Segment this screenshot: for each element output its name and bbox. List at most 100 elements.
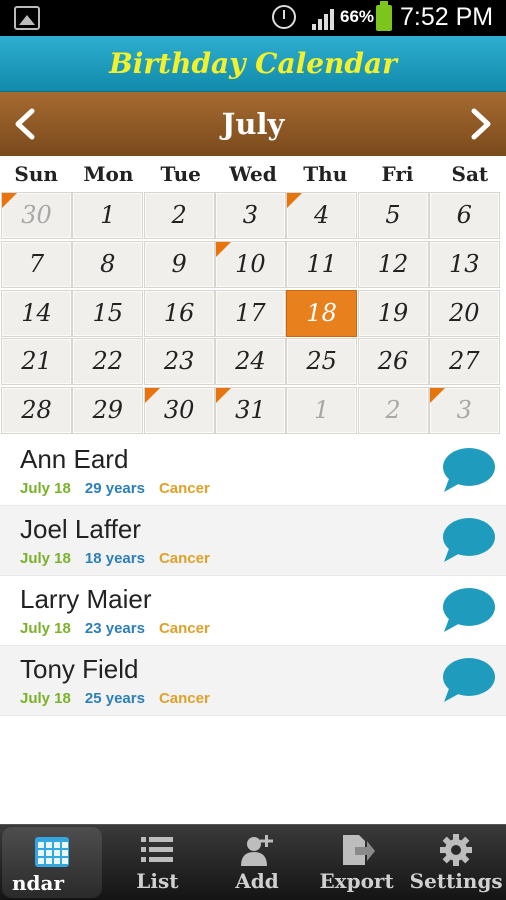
calendar-day[interactable]: 13 <box>428 240 500 288</box>
calendar-day[interactable]: 8 <box>72 240 144 288</box>
birthday-date: July 18 <box>20 480 71 497</box>
calendar-day[interactable]: 24 <box>214 338 286 386</box>
calendar-day-today[interactable]: 18 <box>286 289 358 337</box>
calendar-day[interactable]: 5 <box>357 192 429 239</box>
calendar-day[interactable]: 2 <box>143 192 215 239</box>
calendar-day[interactable]: 30 <box>1 192 72 239</box>
calendar-day[interactable]: 9 <box>143 240 215 288</box>
nav-item-list[interactable]: List <box>108 825 208 900</box>
birthday-list: Ann Eard July 18 29 years Cancer Joel Laffer… <box>0 436 506 716</box>
day-number: 13 <box>449 249 480 278</box>
app-title: Birthday Calendar <box>109 47 397 80</box>
calendar-day[interactable]: 19 <box>357 289 429 337</box>
nav-item-export[interactable]: Export <box>307 825 407 900</box>
nav-item-calendar[interactable]: ndar <box>2 827 102 898</box>
nav-item-gear[interactable]: Settings <box>406 825 506 900</box>
calendar-day[interactable]: 28 <box>1 387 72 435</box>
calendar-day[interactable]: 31 <box>214 387 286 435</box>
gallery-icon <box>14 6 40 30</box>
calendar-day[interactable]: 6 <box>428 192 500 239</box>
day-number: 22 <box>92 347 124 376</box>
calendar-day[interactable]: 30 <box>143 387 215 435</box>
birthday-list-item[interactable]: Ann Eard July 18 29 years Cancer <box>0 436 506 506</box>
battery-percent: 66% <box>340 7 375 26</box>
nav-label: List <box>136 869 179 893</box>
speech-bubble-icon <box>443 448 495 492</box>
weekday-label: Mon <box>83 162 134 186</box>
birthday-marker-icon <box>215 241 231 257</box>
day-number: 3 <box>242 201 259 229</box>
birthday-details: July 18 23 years Cancer <box>20 620 210 637</box>
calendar-day[interactable]: 23 <box>143 338 215 386</box>
zodiac-sign: Cancer <box>158 690 210 707</box>
nav-item-add-person[interactable]: Add <box>207 825 307 900</box>
day-number: 18 <box>306 298 337 327</box>
nav-label: Export <box>319 869 394 893</box>
message-button[interactable] <box>440 446 496 496</box>
calendar-day[interactable]: 12 <box>357 240 429 288</box>
speech-bubble-icon <box>443 588 495 632</box>
day-number: 5 <box>385 201 401 229</box>
next-month-button[interactable] <box>462 106 498 142</box>
birthday-marker-icon <box>215 388 231 404</box>
export-icon <box>339 833 375 867</box>
calendar-day[interactable]: 29 <box>72 387 144 435</box>
zodiac-sign: Cancer <box>158 480 210 497</box>
birthday-date: July 18 <box>20 550 71 567</box>
day-number: 4 <box>314 201 330 229</box>
birthday-date: July 18 <box>20 690 71 707</box>
birthday-list-item[interactable]: Tony Field July 18 25 years Cancer <box>0 646 506 716</box>
zodiac-sign: Cancer <box>158 550 210 567</box>
person-name: Tony Field <box>20 654 139 684</box>
day-number: 30 <box>163 396 195 425</box>
speech-bubble-icon <box>443 658 495 702</box>
weekday-label: Tue <box>160 162 201 186</box>
signal-icon <box>312 8 338 30</box>
calendar-day[interactable]: 20 <box>428 289 500 337</box>
calendar-day[interactable]: 1 <box>72 192 144 239</box>
calendar-icon <box>34 835 70 869</box>
message-button[interactable] <box>440 516 496 566</box>
day-number: 3 <box>456 396 472 425</box>
calendar-day[interactable]: 27 <box>428 338 500 386</box>
day-number: 20 <box>449 298 480 327</box>
nav-label: Settings <box>409 869 503 893</box>
calendar-day[interactable]: 14 <box>1 289 72 337</box>
weekday-label: Sun <box>14 162 58 186</box>
birthday-marker-icon <box>2 193 17 208</box>
month-title: July <box>221 107 285 141</box>
birthday-list-item[interactable]: Joel Laffer July 18 18 years Cancer <box>0 506 506 576</box>
weekday-header: Sun Mon Tue Wed Thu Fri Sat <box>0 156 506 192</box>
list-icon <box>139 833 175 867</box>
calendar-day[interactable]: 4 <box>286 192 358 239</box>
calendar-day[interactable]: 17 <box>214 289 286 337</box>
weekday-label: Wed <box>229 162 277 186</box>
day-number: 24 <box>235 347 266 376</box>
day-number: 8 <box>100 249 116 278</box>
day-number: 21 <box>21 347 52 376</box>
calendar-day[interactable]: 22 <box>72 338 144 386</box>
calendar-day[interactable]: 26 <box>357 338 429 386</box>
calendar-day[interactable]: 3 <box>214 192 286 239</box>
weekday-label: Thu <box>303 162 348 186</box>
calendar-day[interactable]: 11 <box>286 240 358 288</box>
bottom-navigation: ndar List Add Export Settings <box>0 824 506 900</box>
calendar-day[interactable]: 3 <box>428 387 500 435</box>
calendar-day[interactable]: 25 <box>286 338 358 386</box>
clock: 7:52 PM <box>400 3 494 31</box>
calendar-day[interactable]: 16 <box>143 289 215 337</box>
nav-label: ndar <box>12 871 65 895</box>
calendar-day[interactable]: 2 <box>357 387 429 435</box>
day-number: 10 <box>235 249 266 278</box>
calendar-day[interactable]: 1 <box>286 387 358 435</box>
message-button[interactable] <box>440 656 496 706</box>
birthday-list-item[interactable]: Larry Maier July 18 23 years Cancer <box>0 576 506 646</box>
day-number: 1 <box>100 201 116 229</box>
calendar-day[interactable]: 7 <box>1 240 72 288</box>
calendar-day[interactable]: 15 <box>72 289 144 337</box>
previous-month-button[interactable] <box>8 106 44 142</box>
message-button[interactable] <box>440 586 496 636</box>
day-number: 23 <box>163 347 195 376</box>
calendar-day[interactable]: 21 <box>1 338 72 386</box>
calendar-day[interactable]: 10 <box>214 240 286 288</box>
